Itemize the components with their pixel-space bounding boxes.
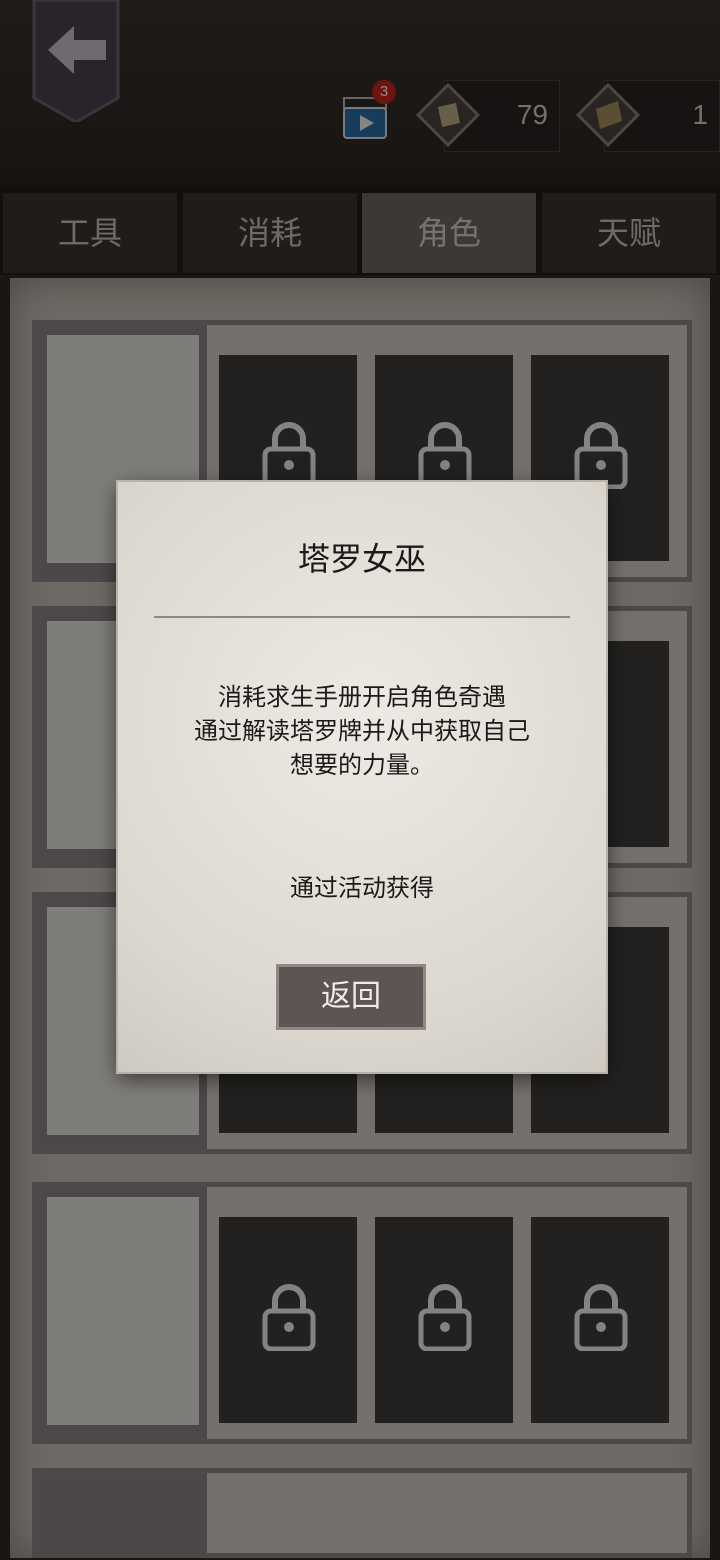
description-line: 想要的力量。 — [290, 751, 434, 779]
description-line: 通过解读塔罗牌并从中获取自己 — [194, 717, 530, 745]
return-button[interactable]: 返回 — [276, 964, 426, 1030]
divider — [154, 616, 570, 618]
acquisition-source: 通过活动获得 — [290, 874, 434, 902]
dialog-description: 消耗求生手册开启角色奇遇 通过解读塔罗牌并从中获取自己 想要的力量。 — [148, 680, 576, 782]
description-line: 消耗求生手册开启角色奇遇 — [218, 683, 506, 711]
dialog-title: 塔罗女巫 — [297, 540, 426, 578]
character-info-dialog: 塔罗女巫 消耗求生手册开启角色奇遇 通过解读塔罗牌并从中获取自己 想要的力量。 … — [118, 482, 606, 1072]
